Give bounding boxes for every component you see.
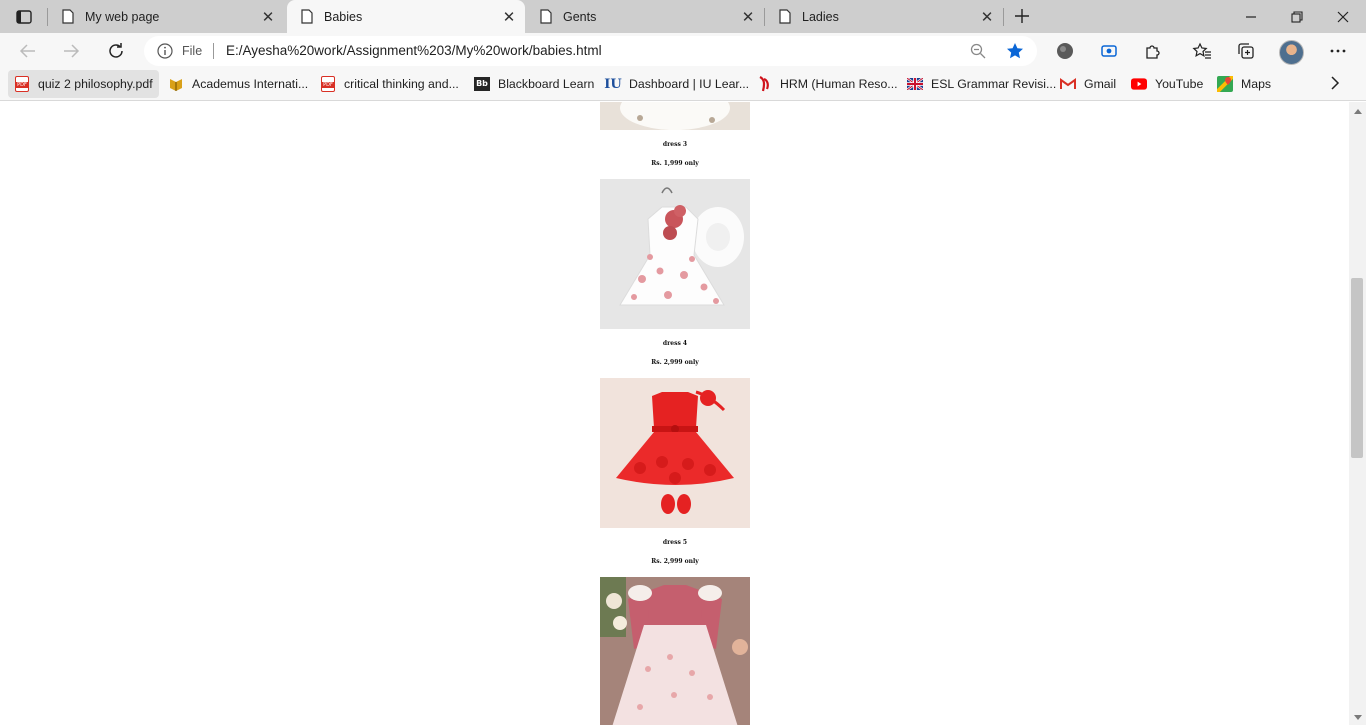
bookmark-label: YouTube xyxy=(1155,77,1204,91)
omnibox-divider xyxy=(213,43,214,59)
bookmark-hrm[interactable]: HRM (Human Reso... xyxy=(750,70,898,98)
product-card-next xyxy=(600,577,750,725)
refresh-icon[interactable] xyxy=(101,36,131,66)
tab-ladies[interactable]: Ladies ✕ xyxy=(765,0,1003,33)
close-tab-icon[interactable]: ✕ xyxy=(740,9,756,26)
minimize-icon[interactable] xyxy=(1228,0,1274,33)
extension-circle-icon[interactable] xyxy=(1050,36,1080,66)
bookmark-label: Gmail xyxy=(1084,77,1117,91)
product-name: dress 4 xyxy=(662,340,688,347)
scrollbar-thumb[interactable] xyxy=(1351,278,1363,458)
iu-icon: IU xyxy=(604,76,622,92)
gmail-icon xyxy=(1060,76,1076,92)
bookmark-academus[interactable]: Academus Internati... xyxy=(162,70,308,98)
scroll-up-icon[interactable] xyxy=(1352,106,1363,116)
pdf-icon xyxy=(14,76,30,92)
bookmark-blackboard[interactable]: Bb Blackboard Learn xyxy=(468,70,594,98)
youtube-icon xyxy=(1131,76,1147,92)
tab-title: Gents xyxy=(563,9,597,24)
uk-flag-icon xyxy=(907,76,923,92)
favorite-star-icon[interactable] xyxy=(1006,42,1024,65)
bookmark-critical-thinking[interactable]: critical thinking and... xyxy=(314,70,459,98)
product-image[interactable] xyxy=(600,577,750,725)
navigation-toolbar: File E:/Ayesha%20work/Assignment%203/My%… xyxy=(0,33,1366,69)
close-window-icon[interactable] xyxy=(1320,0,1366,33)
address-bar[interactable]: File E:/Ayesha%20work/Assignment%203/My%… xyxy=(144,36,1037,66)
hrm-icon xyxy=(756,76,772,92)
blackboard-icon: Bb xyxy=(474,76,490,92)
favorites-icon[interactable] xyxy=(1187,36,1217,66)
product-image[interactable] xyxy=(600,102,750,130)
tab-separator xyxy=(1003,8,1004,26)
product-name: dress 3 xyxy=(662,141,688,148)
close-tab-icon[interactable]: ✕ xyxy=(260,9,276,26)
screen-capture-icon[interactable] xyxy=(1094,36,1124,66)
iu-icon-text: IU xyxy=(604,76,622,92)
bookmark-label: ESL Grammar Revisi... xyxy=(931,77,1057,91)
page-content: dress 3 Rs. 1,999 only dress 4 Rs. 2,999… xyxy=(0,102,1349,725)
bookmark-label: Academus Internati... xyxy=(192,77,309,91)
tab-my-web-page[interactable]: My web page ✕ xyxy=(48,0,284,33)
bookmark-label: Maps xyxy=(1241,77,1272,91)
bookmark-quiz-2-philosophy[interactable]: quiz 2 philosophy.pdf xyxy=(8,70,159,98)
maps-icon xyxy=(1217,76,1233,92)
bookmark-label: critical thinking and... xyxy=(344,77,459,91)
info-icon[interactable] xyxy=(157,43,173,64)
bookmark-label: Dashboard | IU Lear... xyxy=(629,77,750,91)
page-icon xyxy=(538,9,554,24)
more-menu-icon[interactable] xyxy=(1323,36,1353,66)
product-price: Rs. 1,999 only xyxy=(651,160,699,167)
scheme-label: File xyxy=(182,44,203,58)
tab-title: Babies xyxy=(324,9,363,24)
url-text[interactable]: E:/Ayesha%20work/Assignment%203/My%20wor… xyxy=(226,43,602,58)
bookmark-iu-dashboard[interactable]: IU Dashboard | IU Lear... xyxy=(599,70,749,98)
close-tab-icon[interactable]: ✕ xyxy=(501,9,517,26)
product-price: Rs. 2,999 only xyxy=(651,359,699,366)
product-card-dress-5: dress 5 Rs. 2,999 only xyxy=(600,378,750,565)
bookmark-label: quiz 2 philosophy.pdf xyxy=(38,77,153,91)
product-card-dress-3: dress 3 Rs. 1,999 only xyxy=(600,102,750,167)
bookmark-label: HRM (Human Reso... xyxy=(780,77,898,91)
chevron-right-icon[interactable] xyxy=(1330,76,1340,95)
new-tab-icon[interactable] xyxy=(1010,4,1034,28)
tab-title: Ladies xyxy=(802,9,839,24)
bookmark-esl-grammar[interactable]: ESL Grammar Revisi... xyxy=(901,70,1056,98)
pdf-icon xyxy=(320,76,336,92)
bookmarks-bar: quiz 2 philosophy.pdf Academus Internati… xyxy=(0,69,1366,101)
scroll-down-icon[interactable] xyxy=(1352,712,1363,722)
zoom-out-icon[interactable] xyxy=(970,43,986,64)
back-icon[interactable] xyxy=(13,36,43,66)
page-icon xyxy=(60,9,76,24)
product-price: Rs. 2,999 only xyxy=(651,558,699,565)
tab-gents[interactable]: Gents ✕ xyxy=(526,0,764,33)
collections-icon[interactable] xyxy=(1231,36,1261,66)
close-tab-icon[interactable]: ✕ xyxy=(979,9,995,26)
tab-title: My web page xyxy=(85,9,160,24)
tab-actions-icon[interactable] xyxy=(10,5,38,29)
tab-babies[interactable]: Babies ✕ xyxy=(287,0,525,33)
page-icon xyxy=(299,9,315,24)
product-image[interactable] xyxy=(600,179,750,329)
restore-icon[interactable] xyxy=(1274,0,1320,33)
bookmark-label: Blackboard Learn xyxy=(498,77,595,91)
blackboard-icon-text: Bb xyxy=(474,77,490,91)
bookmark-maps[interactable]: Maps xyxy=(1211,70,1271,98)
product-name: dress 5 xyxy=(662,539,688,546)
page-icon xyxy=(777,9,793,24)
profile-avatar[interactable] xyxy=(1279,40,1304,65)
bookmark-youtube[interactable]: YouTube xyxy=(1125,70,1203,98)
product-card-dress-4: dress 4 Rs. 2,999 only xyxy=(600,179,750,366)
extensions-puzzle-icon[interactable] xyxy=(1138,36,1168,66)
product-image[interactable] xyxy=(600,378,750,528)
forward-icon[interactable] xyxy=(56,36,86,66)
academus-icon xyxy=(168,76,184,92)
tab-strip: My web page ✕ Babies ✕ Gents ✕ Ladies ✕ xyxy=(0,0,1366,33)
bookmark-gmail[interactable]: Gmail xyxy=(1054,70,1116,98)
